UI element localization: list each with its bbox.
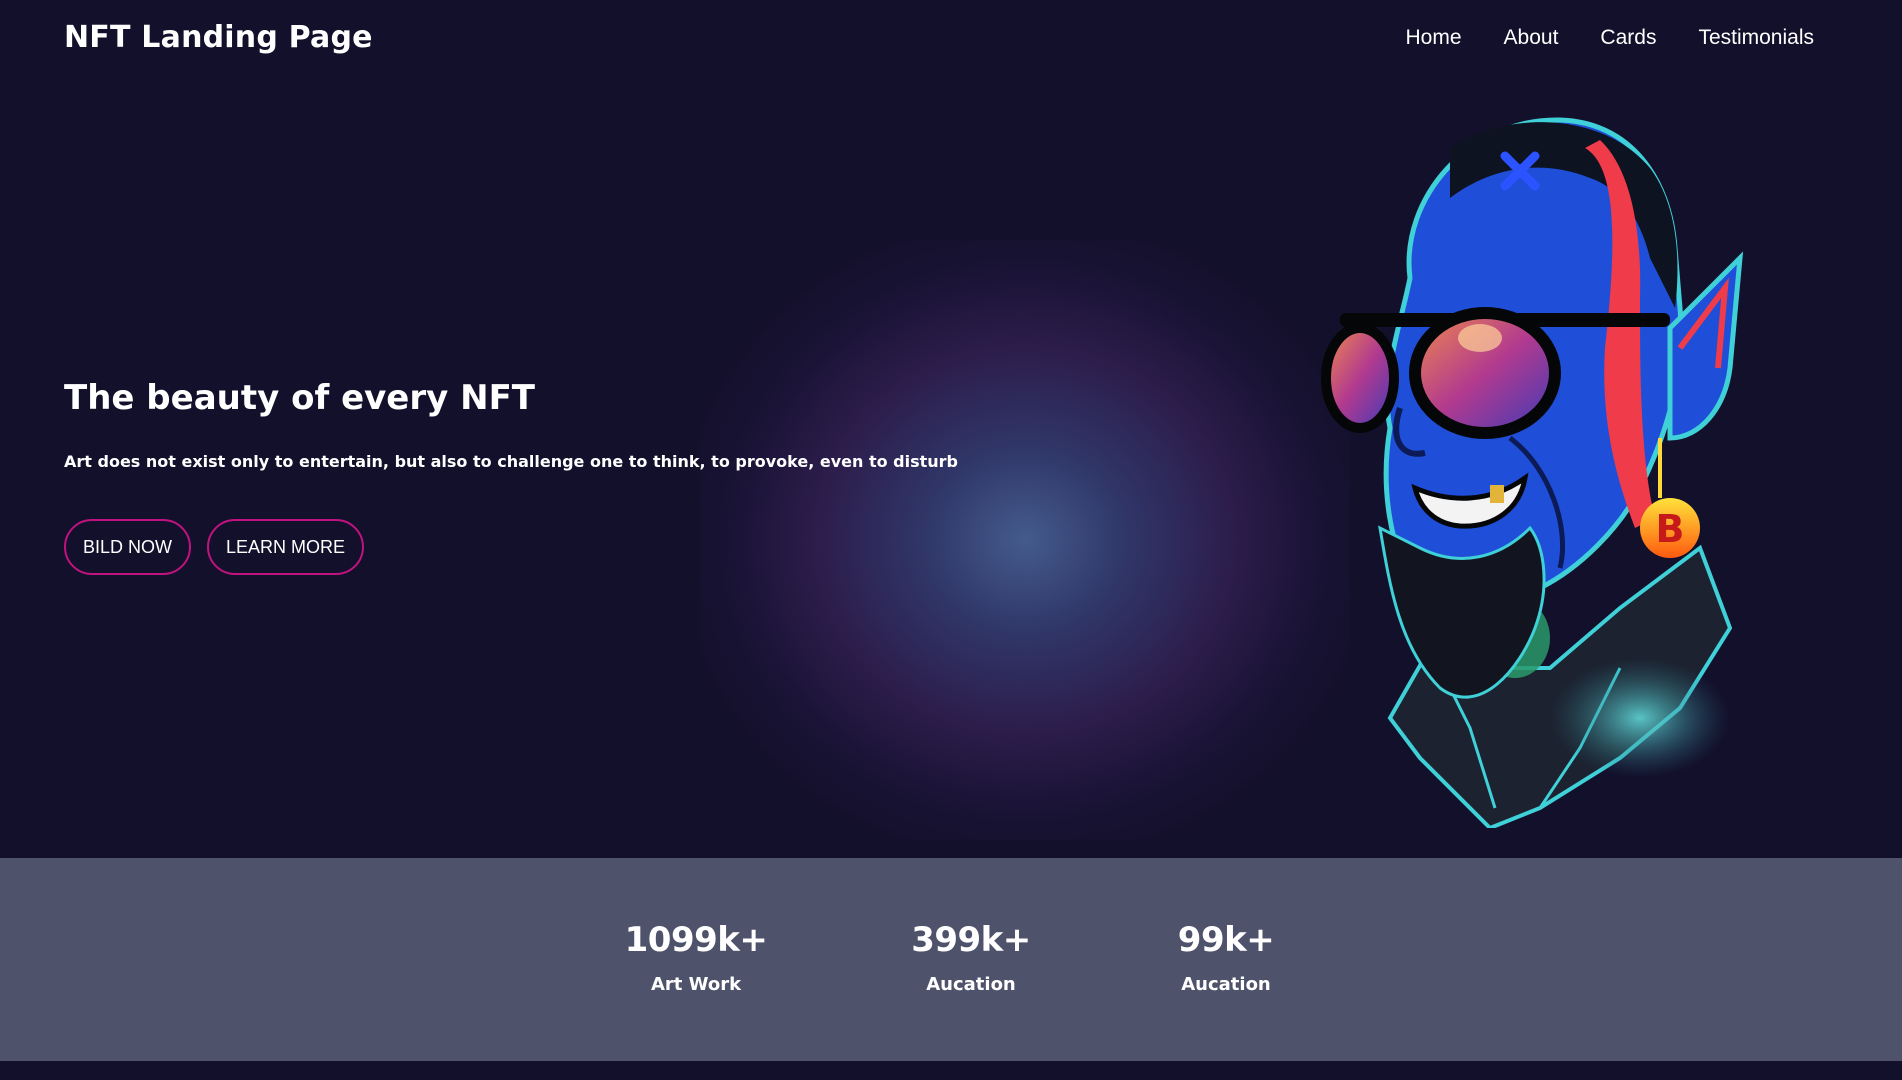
hero-buttons: BILD NOW LEARN MORE bbox=[64, 519, 365, 575]
stat-item: 99k+ Aucation bbox=[1106, 920, 1346, 995]
nav-about[interactable]: About bbox=[1504, 26, 1559, 50]
stat-value: 99k+ bbox=[1177, 920, 1275, 960]
nav-testimonials[interactable]: Testimonials bbox=[1698, 26, 1814, 50]
hero-section: NFT Landing Page Home About Cards Testim… bbox=[0, 0, 1902, 858]
next-section-edge bbox=[0, 1061, 1902, 1080]
stat-value: 1099k+ bbox=[624, 920, 768, 960]
build-now-button[interactable]: BILD NOW bbox=[64, 519, 192, 575]
brand-logo[interactable]: NFT Landing Page bbox=[64, 20, 373, 55]
stats-section: 1099k+ Art Work 399k+ Aucation 99k+ Auca… bbox=[0, 858, 1902, 1061]
hero-glow bbox=[700, 240, 1350, 840]
nav-home[interactable]: Home bbox=[1406, 26, 1462, 50]
stat-item: 399k+ Aucation bbox=[851, 920, 1091, 995]
stat-label: Aucation bbox=[1181, 974, 1271, 995]
learn-more-button[interactable]: LEARN MORE bbox=[207, 519, 365, 575]
stat-value: 399k+ bbox=[911, 920, 1031, 960]
hero-subtitle: Art does not exist only to entertain, bu… bbox=[64, 452, 959, 471]
hero-title: The beauty of every NFT bbox=[64, 378, 536, 418]
main-nav: Home About Cards Testimonials bbox=[1406, 26, 1815, 50]
nft-character-image: B bbox=[1321, 117, 1744, 828]
landing-page: NFT Landing Page Home About Cards Testim… bbox=[0, 0, 1902, 1080]
stat-item: 1099k+ Art Work bbox=[576, 920, 816, 995]
svg-text:B: B bbox=[1656, 507, 1685, 551]
stat-label: Art Work bbox=[650, 974, 742, 995]
stat-label: Aucation bbox=[926, 974, 1016, 995]
nav-cards[interactable]: Cards bbox=[1600, 26, 1656, 50]
